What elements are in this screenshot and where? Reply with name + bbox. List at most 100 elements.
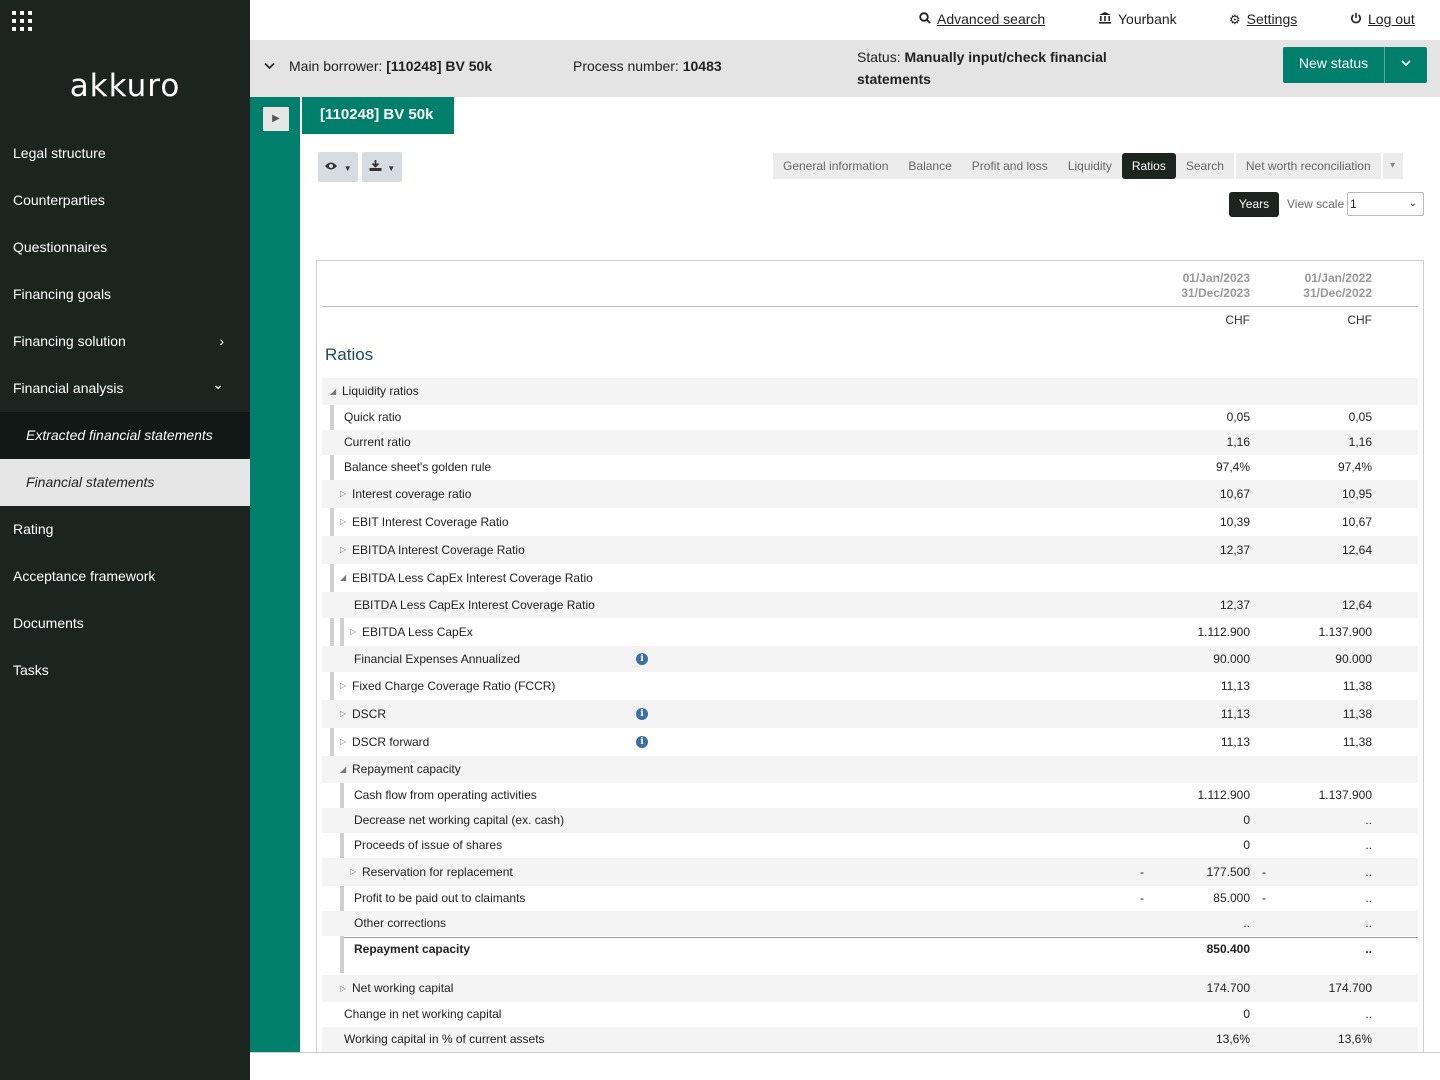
table-row[interactable]: ▷ EBITDA Interest Coverage Ratio 12,37 1… xyxy=(322,536,1418,564)
collapse-chevron-icon[interactable] xyxy=(264,59,275,73)
table-row: EBITDA Less CapEx Interest Coverage Rati… xyxy=(322,592,1418,618)
value-2022: .. xyxy=(1365,942,1372,956)
download-icon xyxy=(369,160,385,174)
sidebar-item-documents[interactable]: Documents xyxy=(0,600,250,647)
table-row[interactable]: ▷ Net working capital 174.700 174.700 xyxy=(322,975,1418,1002)
settings-link[interactable]: ⚙ Settings xyxy=(1229,11,1297,28)
collapsed-triangle-icon: ▷ xyxy=(350,627,357,636)
tab-profit-and-loss[interactable]: Profit and loss xyxy=(962,153,1058,179)
value-2023: 1,16 xyxy=(1226,435,1250,449)
view-options-button[interactable]: ▼ xyxy=(318,152,358,182)
table-row[interactable]: ▷ DSCR i 11,13 11,38 xyxy=(322,700,1418,728)
sidebar-item-questionnaires[interactable]: Questionnaires xyxy=(0,224,250,271)
sidebar-item-counterparties[interactable]: Counterparties xyxy=(0,177,250,224)
table-row[interactable]: ◢ Repayment capacity xyxy=(322,756,1418,783)
value-2022: 90.000 xyxy=(1335,652,1372,666)
statement-tabs: General information Balance Profit and l… xyxy=(773,153,1403,179)
row-label: Repayment capacity xyxy=(354,942,471,956)
table-row: Current ratio 1,16 1,16 xyxy=(322,430,1418,455)
row-label: Net working capital xyxy=(352,981,454,995)
value-2022: .. xyxy=(1365,838,1372,852)
gear-icon: ⚙ xyxy=(1229,12,1241,27)
sidebar-subitem-extracted-financial-statements[interactable]: Extracted financial statements xyxy=(0,412,250,459)
sidebar-item-tasks[interactable]: Tasks xyxy=(0,647,250,694)
export-button[interactable]: ▼ xyxy=(362,152,402,182)
info-icon[interactable]: i xyxy=(636,653,648,665)
table-row[interactable]: ▷ Reservation for replacement - 177.500 … xyxy=(322,858,1418,886)
sidebar-item-legal-structure[interactable]: Legal structure xyxy=(0,130,250,177)
table-row: Profit to be paid out to claimants - 85.… xyxy=(322,886,1418,911)
section-title: Ratios xyxy=(325,345,374,364)
sidebar-item-label: Financing solution xyxy=(13,333,126,349)
sidebar-nav: Legal structure Counterparties Questionn… xyxy=(0,130,250,694)
value-2022: 11,38 xyxy=(1342,707,1372,721)
table-row[interactable]: ▷ Interest coverage ratio 10,67 10,95 xyxy=(322,480,1418,508)
table-row[interactable]: ◢ Liquidity ratios xyxy=(322,378,1418,405)
row-label: EBITDA Less CapEx Interest Coverage Rati… xyxy=(352,571,593,585)
tab-balance[interactable]: Balance xyxy=(898,153,961,179)
info-icon[interactable]: i xyxy=(636,736,648,748)
table-row[interactable]: ▷ DSCR forward i 11,13 11,38 xyxy=(322,728,1418,756)
value-2022: 174.700 xyxy=(1328,981,1372,995)
table-row[interactable]: ▷ EBITDA Less CapEx 1.112.900 1.137.900 xyxy=(322,618,1418,646)
value-2022: 0,05 xyxy=(1348,410,1372,424)
table-row[interactable]: ◢ EBITDA Less CapEx Interest Coverage Ra… xyxy=(322,564,1418,592)
row-label: DSCR xyxy=(352,707,387,721)
row-label: Reservation for replacement xyxy=(362,865,513,879)
collapsed-triangle-icon: ▷ xyxy=(340,545,347,554)
info-icon[interactable]: i xyxy=(636,708,648,720)
tab-ratios[interactable]: Ratios xyxy=(1121,153,1176,179)
header-divider xyxy=(322,306,1418,307)
value-2023: .. xyxy=(1243,916,1250,930)
period-end: 31/Dec/2023 xyxy=(1181,286,1250,300)
advanced-search-link[interactable]: Advanced search xyxy=(919,11,1045,27)
row-label: DSCR forward xyxy=(352,735,430,749)
value-2022: 1.137.900 xyxy=(1318,788,1372,802)
process-value: 10483 xyxy=(682,58,722,74)
collapsed-triangle-icon: ▷ xyxy=(340,517,347,526)
sidebar-item-financing-goals[interactable]: Financing goals xyxy=(0,271,250,318)
row-label: Balance sheet's golden rule xyxy=(344,460,492,474)
value-2023: 1.112.900 xyxy=(1197,788,1251,802)
tab-liquidity[interactable]: Liquidity xyxy=(1058,153,1122,179)
eye-icon xyxy=(324,160,341,174)
view-scale-label: View scale xyxy=(1287,197,1345,211)
sidebar-item-financing-solution[interactable]: Financing solution › xyxy=(0,318,250,365)
chevron-down-icon xyxy=(1401,60,1411,67)
value-2023: 10,39 xyxy=(1219,515,1250,529)
tab-search[interactable]: Search xyxy=(1176,153,1234,179)
table-row[interactable]: ▷ Fixed Charge Coverage Ratio (FCCR) 11,… xyxy=(322,672,1418,700)
entity-tab[interactable]: [110248] BV 50k xyxy=(302,97,454,134)
sidebar-item-label: Extracted financial statements xyxy=(26,427,213,443)
bank-link[interactable]: Yourbank xyxy=(1098,11,1177,27)
row-label: Cash flow from operating activities xyxy=(354,788,537,802)
value-2023: 13,6% xyxy=(1215,1032,1250,1046)
chevron-right-icon: › xyxy=(219,333,224,349)
row-label: Repayment capacity xyxy=(352,762,461,776)
new-status-button-group: New status xyxy=(1283,47,1427,83)
sidebar-subitem-financial-statements[interactable]: Financial statements xyxy=(0,459,250,506)
table-row: Quick ratio 0,05 0,05 xyxy=(322,405,1418,430)
currency-2023: CHF xyxy=(1225,313,1250,327)
logout-link[interactable]: Log out xyxy=(1350,11,1415,27)
expand-panel-button[interactable]: ▶ xyxy=(263,107,289,131)
sidebar-item-acceptance-framework[interactable]: Acceptance framework xyxy=(0,553,250,600)
more-tabs-dropdown[interactable]: ▾ xyxy=(1380,153,1403,179)
sidebar-item-rating[interactable]: Rating xyxy=(0,506,250,553)
table-row[interactable]: ▷ EBIT Interest Coverage Ratio 10,39 10,… xyxy=(322,508,1418,536)
process-number: Process number: 10483 xyxy=(573,58,722,74)
sidebar-item-financial-analysis[interactable]: Financial analysis ⌄ xyxy=(0,365,250,412)
tab-net-worth-reconciliation[interactable]: Net worth reconciliation xyxy=(1233,153,1381,179)
value-2022: .. xyxy=(1365,865,1372,879)
table-row-total: Repayment capacity 850.400 .. xyxy=(322,938,1418,960)
new-status-dropdown-button[interactable] xyxy=(1385,47,1427,83)
row-label: Decrease net working capital (ex. cash) xyxy=(354,813,565,827)
tab-general-information[interactable]: General information xyxy=(773,153,898,179)
search-icon xyxy=(919,12,931,27)
minus-sign-2023: - xyxy=(1140,891,1144,905)
view-scale-select[interactable]: 1 ⌄ xyxy=(1347,192,1424,216)
app-grid-icon[interactable] xyxy=(12,11,32,31)
years-button[interactable]: Years xyxy=(1229,192,1279,217)
new-status-button[interactable]: New status xyxy=(1283,47,1384,83)
row-label: EBIT Interest Coverage Ratio xyxy=(352,515,509,529)
